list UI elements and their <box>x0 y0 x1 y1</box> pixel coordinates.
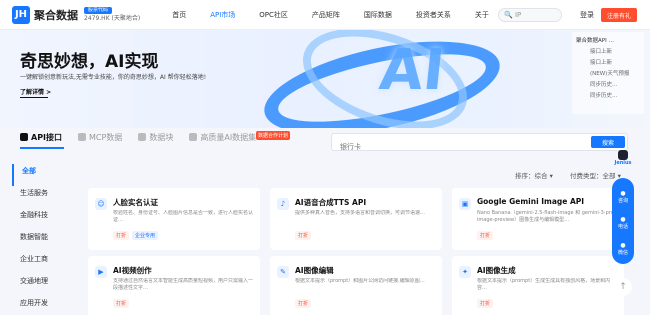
discount-tag: 打折 <box>477 231 494 240</box>
news-panel: 聚合数据API … 接口上新 接口上新 (NEW)天气预报 同步历史… 同步历史… <box>572 32 644 114</box>
tab-label: MCP数据 <box>89 132 123 142</box>
news-item[interactable]: (NEW)天气预报 <box>590 69 644 76</box>
brand-name: 聚合数据 <box>34 8 78 22</box>
enterprise-tag: 企业专用 <box>132 231 159 240</box>
menu-about[interactable]: 关于 <box>475 10 489 20</box>
stock-info: 股票代码 2479.HK (天聚地合) <box>84 7 140 22</box>
category-life[interactable]: 生活服务 <box>12 186 70 208</box>
mcp-icon <box>78 133 87 141</box>
tab-label: 数据块 <box>149 132 174 142</box>
api-card[interactable]: ☺ 人脸实名认证 校验姓名、身份证号、人脸图片信息是否一致，进行人脸实名认证… … <box>88 188 260 250</box>
category-app-dev[interactable]: 应用开发 <box>12 296 70 315</box>
menu-investors[interactable]: 投资者关系 <box>416 10 451 20</box>
card-description: 支持通过自然语言文本智能生成高质量短视频，用户只需输入一段描述性文字… <box>113 278 253 291</box>
menu-opc[interactable]: OPC社区 <box>259 10 288 20</box>
hero-title: 奇思妙想，AI实现 <box>20 52 159 72</box>
floating-contact-bar: 咨询 电话 微信 <box>612 178 634 264</box>
card-description: 提供多种真人音色，支持多语言和音调切换，可调节语速… <box>295 210 426 216</box>
api-card[interactable]: ✦ AI图像生成 根据文本提示（prompt）生成生成具有独创风格，场景和内容…… <box>452 256 624 315</box>
menu-home[interactable]: 首页 <box>172 10 186 20</box>
discount-tag: 打折 <box>113 231 130 240</box>
video-icon: ▶ <box>95 266 107 278</box>
category-data-intelligence[interactable]: 数据智能 <box>12 230 70 252</box>
news-item[interactable]: 同步历史… <box>590 80 644 87</box>
api-card[interactable]: ✎ AI图像编辑 根据文本提示（prompt）和图片公网访问链接,编辑原图… 打… <box>270 256 442 315</box>
consult-button[interactable]: 咨询 <box>612 190 634 204</box>
news-item[interactable]: 聚合数据API … <box>576 36 644 43</box>
register-button[interactable]: 注册有礼 <box>601 8 637 22</box>
api-card-grid: ☺ 人脸实名认证 校验姓名、身份证号、人脸图片信息是否一致，进行人脸实名认证… … <box>88 188 624 315</box>
hero-learn-more-link[interactable]: 了解详情 > <box>20 87 51 98</box>
tab-label: API接口 <box>31 132 63 142</box>
tab-api[interactable]: API接口 <box>20 132 62 143</box>
discount-tag: 打折 <box>477 299 494 308</box>
api-card[interactable]: ♪ AI语音合成TTS API 提供多种真人音色，支持多语言和音调切换，可调节语… <box>270 188 442 250</box>
phone-button[interactable]: 电话 <box>612 216 634 230</box>
card-description: 根据文本提示（prompt）生成生成具有独创风格，场景和内容… <box>477 278 611 291</box>
category-all[interactable]: 全部 <box>12 164 70 186</box>
login-link[interactable]: 登录 <box>580 10 594 20</box>
logo-icon: JH <box>12 5 30 24</box>
api-search-box: 搜索 <box>331 133 628 155</box>
api-search-button[interactable]: 搜索 <box>591 136 625 148</box>
api-card[interactable]: ▣ Google Gemini Image API Nano Banana（ge… <box>452 188 624 250</box>
menu-api-market[interactable]: API市场 <box>210 10 235 20</box>
news-item[interactable]: 接口上新 <box>590 47 644 54</box>
discount-tag: 打折 <box>295 299 312 308</box>
category-fintech[interactable]: 金融科技 <box>12 208 70 230</box>
speaker-icon: ♪ <box>277 198 289 210</box>
image-edit-icon: ✎ <box>277 266 289 278</box>
api-card[interactable]: ▶ AI视频创作 支持通过自然语言文本智能生成高质量短视频，用户只需输入一段描述… <box>88 256 260 315</box>
datablock-icon <box>138 133 147 141</box>
card-title: 人脸实名认证 <box>113 198 158 207</box>
news-item[interactable]: 接口上新 <box>590 58 644 65</box>
back-to-top-button[interactable]: ↑ <box>614 278 632 296</box>
mascot-name: Jenius <box>614 160 632 166</box>
robot-icon <box>618 150 628 160</box>
assistant-mascot[interactable]: Jenius <box>612 150 634 172</box>
top-search-input[interactable]: 🔍 IP <box>498 8 562 22</box>
wechat-button[interactable]: 微信 <box>612 242 634 256</box>
hero-subtitle: 一键解锁创意新玩法,无需专业技能，你的奇思妙想，AI 帮你轻松落地! <box>20 74 207 81</box>
active-tab-indicator <box>20 147 64 149</box>
stock-badge: 股票代码 <box>84 7 112 14</box>
hero-ai-graphic: AI <box>376 38 448 103</box>
card-title: AI图像生成 <box>477 266 516 275</box>
card-description: 校验姓名、身份证号、人脸图片信息是否一致，进行人脸实名认证… <box>113 210 253 223</box>
card-title: AI视频创作 <box>113 266 152 275</box>
tab-label: 高质量AI数据集 <box>200 132 257 142</box>
face-id-icon: ☺ <box>95 198 107 210</box>
card-title: AI图像编辑 <box>295 266 334 275</box>
image-icon: ▣ <box>459 198 471 210</box>
news-item[interactable]: 同步历史… <box>590 91 644 98</box>
card-title: Google Gemini Image API <box>477 197 585 206</box>
tab-ai-dataset[interactable]: 高质量AI数据集 <box>189 132 256 143</box>
stock-code: 2479.HK (天聚地合) <box>84 15 141 22</box>
tab-badge: 数据合作计划 <box>256 131 291 140</box>
discount-tag: 打折 <box>113 299 130 308</box>
image-generate-icon: ✦ <box>459 266 471 278</box>
hero-banner: AI 奇思妙想，AI实现 一键解锁创意新玩法,无需专业技能，你的奇思妙想，AI … <box>0 30 650 128</box>
api-icon <box>20 133 28 141</box>
tab-mcp[interactable]: MCP数据 <box>78 132 122 143</box>
card-description: Nano Banana（gemini-2.5-flash-image 和 gem… <box>477 210 616 223</box>
tab-datablock[interactable]: 数据块 <box>138 132 173 143</box>
dataset-icon <box>189 133 198 141</box>
category-sidebar: 全部 生活服务 金融科技 数据智能 企业工商 交通地理 应用开发 <box>12 164 70 315</box>
card-description: 根据文本提示（prompt）和图片公网访问链接,编辑原图… <box>295 278 425 284</box>
menu-international[interactable]: 国际数据 <box>364 10 392 20</box>
sort-select[interactable]: 排序：综合 ▾ <box>515 170 553 180</box>
menu-products[interactable]: 产品矩阵 <box>312 10 340 20</box>
category-enterprise[interactable]: 企业工商 <box>12 252 70 274</box>
api-search-input[interactable] <box>332 139 582 155</box>
category-transport[interactable]: 交通地理 <box>12 274 70 296</box>
logo[interactable]: JH 聚合数据 股票代码 2479.HK (天聚地合) <box>12 5 140 24</box>
card-title: AI语音合成TTS API <box>295 198 367 207</box>
discount-tag: 打折 <box>295 231 312 240</box>
main-menu: 首页 API市场 OPC社区 产品矩阵 国际数据 投资者关系 关于 <box>172 10 513 20</box>
